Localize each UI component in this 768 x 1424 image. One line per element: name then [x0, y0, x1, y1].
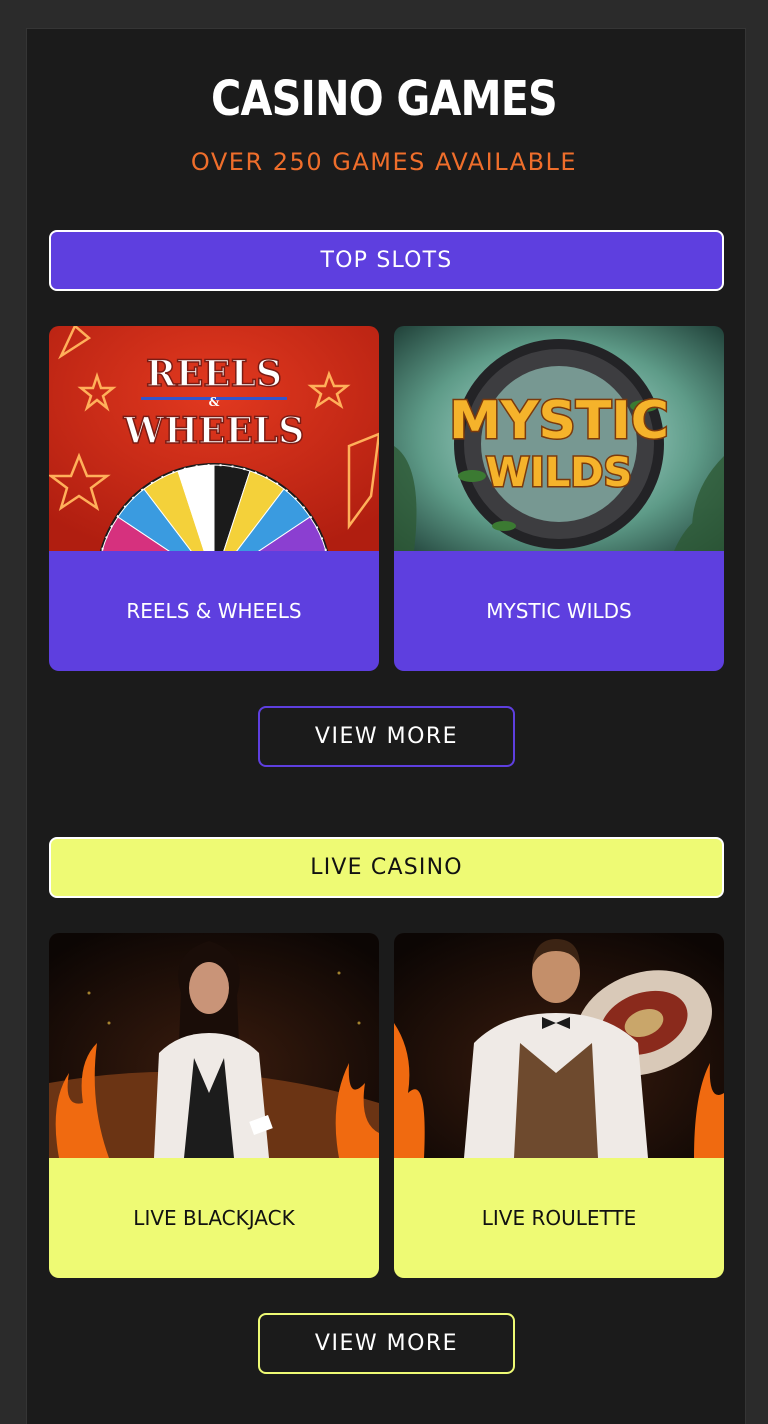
mystic-wilds-label: MYSTIC WILDS — [394, 551, 724, 671]
live-roulette-label: LIVE ROULETTE — [394, 1158, 724, 1278]
live-blackjack-thumbnail — [49, 933, 379, 1158]
game-card-live-roulette[interactable]: LIVE ROULETTE — [394, 933, 724, 1278]
live-blackjack-label: LIVE BLACKJACK — [49, 1158, 379, 1278]
svg-text:&: & — [209, 395, 220, 409]
top-slots-button[interactable]: TOP SLOTS — [49, 230, 724, 291]
reels-wheels-thumbnail: REELS & WHEELS — [49, 326, 379, 551]
svg-text:MYSTIC: MYSTIC — [449, 391, 669, 451]
svg-text:WHEELS: WHEELS — [123, 410, 305, 452]
live-casino-view-more-button[interactable]: VIEW MORE — [258, 1313, 515, 1374]
game-card-live-blackjack[interactable]: LIVE BLACKJACK — [49, 933, 379, 1278]
page-title: CASINO GAMES — [211, 71, 558, 127]
live-roulette-thumbnail — [394, 933, 724, 1158]
svg-text:WILDS: WILDS — [486, 450, 633, 496]
game-card-reels-wheels[interactable]: REELS & WHEELS REELS & WHEELS — [49, 326, 379, 671]
game-card-mystic-wilds[interactable]: MYSTIC WILDS MYSTIC WILDS — [394, 326, 724, 671]
live-casino-button[interactable]: LIVE CASINO — [49, 837, 724, 898]
svg-text:REELS: REELS — [146, 353, 282, 395]
reels-wheels-label: REELS & WHEELS — [49, 551, 379, 671]
page-subtitle: OVER 250 GAMES AVAILABLE — [190, 148, 578, 176]
top-slots-view-more-button[interactable]: VIEW MORE — [258, 706, 515, 767]
mystic-wilds-thumbnail: MYSTIC WILDS — [394, 326, 724, 551]
